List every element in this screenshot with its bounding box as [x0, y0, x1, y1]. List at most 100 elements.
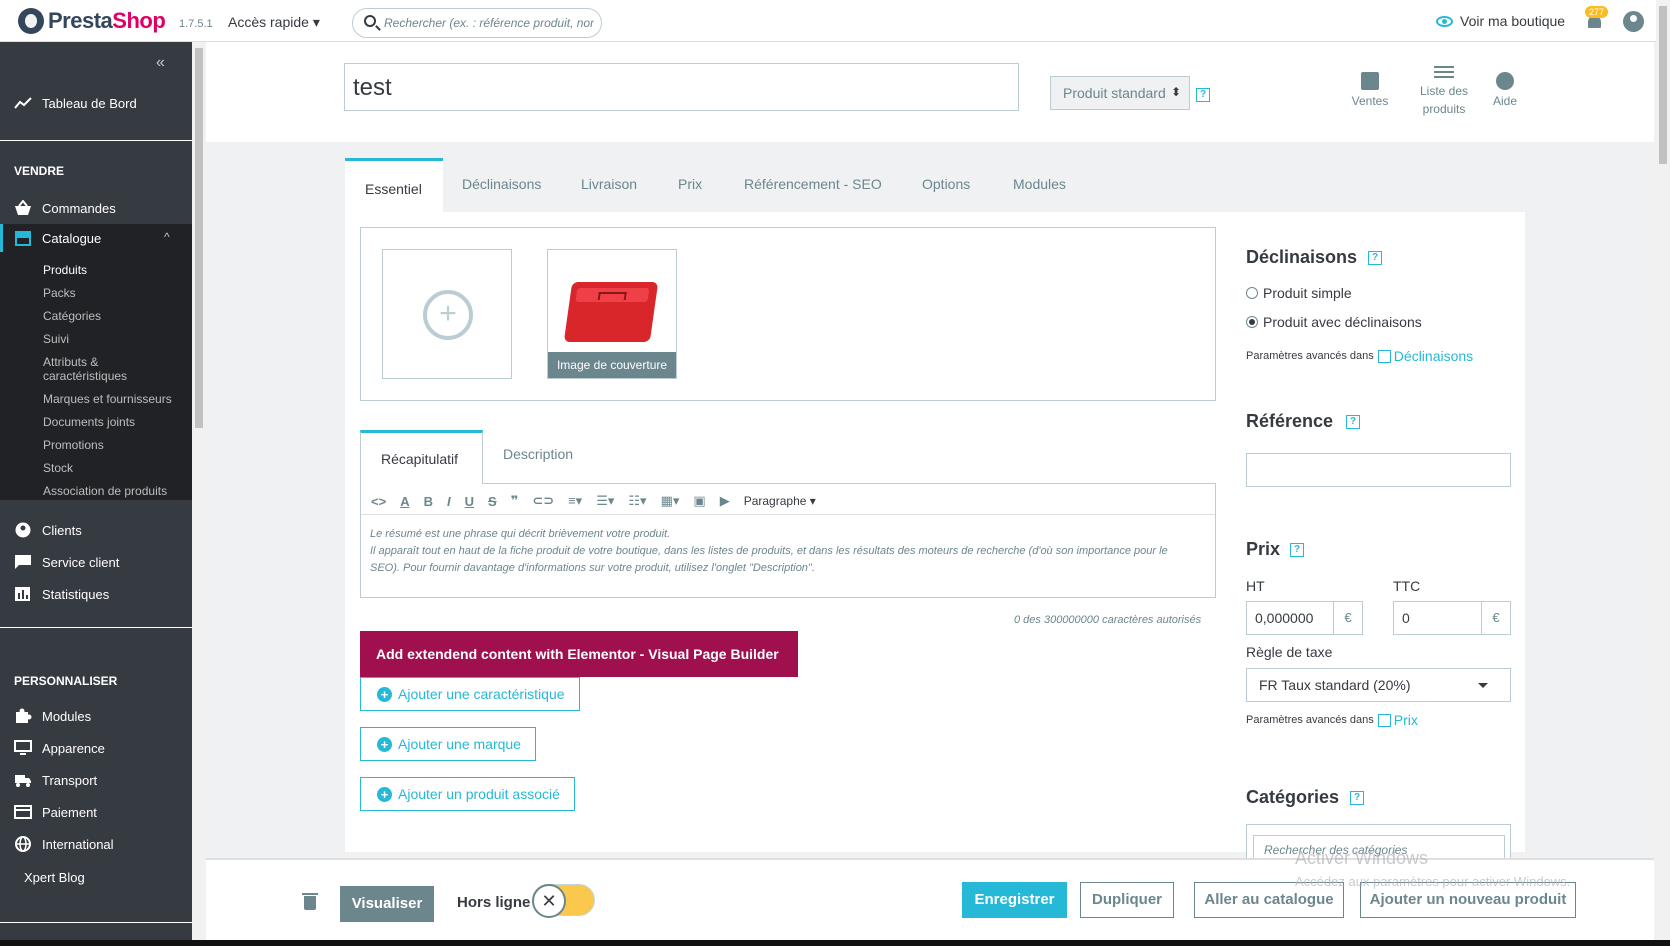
- currency-addon: €: [1333, 601, 1363, 635]
- tab-options[interactable]: Options: [922, 176, 970, 192]
- duplicate-button[interactable]: Dupliquer: [1080, 882, 1174, 918]
- sidebar-item-xpert-blog[interactable]: Xpert Blog: [24, 870, 85, 885]
- media-icon[interactable]: ▶: [720, 493, 730, 509]
- sidebar-item-shipping[interactable]: Transport: [0, 766, 192, 794]
- sales-label: Ventes: [1351, 94, 1389, 108]
- submenu-files[interactable]: Documents joints: [43, 415, 135, 429]
- search-input[interactable]: Rechercher (ex. : référence produit, nom: [352, 8, 602, 38]
- submenu-products[interactable]: Produits: [43, 263, 87, 277]
- question-circle-icon: [1496, 72, 1514, 90]
- submenu-attributes[interactable]: Attributs &: [43, 355, 98, 369]
- add-feature-button[interactable]: + Ajouter une caractéristique: [360, 677, 580, 711]
- table-icon[interactable]: ▦▾: [661, 493, 680, 509]
- summary-editor[interactable]: <> A B I U S ❞ ⊂⊃ ≡▾ ☰▾ ☷▾ ▦▾ ▣ ▶ Paragr…: [360, 483, 1216, 598]
- submenu-tracking[interactable]: Suivi: [43, 332, 69, 346]
- paragraph-format-dropdown[interactable]: Paragraphe ▾: [744, 494, 816, 508]
- quote-icon[interactable]: ❞: [511, 493, 519, 509]
- link-icon[interactable]: ⊂⊃: [532, 493, 554, 509]
- text-color-icon[interactable]: A: [400, 494, 409, 509]
- sidebar-item-orders[interactable]: Commandes: [0, 194, 192, 222]
- add-related-product-button[interactable]: + Ajouter un produit associé: [360, 777, 575, 811]
- help-icon[interactable]: ?: [1368, 251, 1382, 265]
- sidebar-scrollbar[interactable]: [192, 42, 206, 946]
- list-icon: [1434, 66, 1454, 78]
- credit-card-icon: [14, 804, 32, 820]
- preview-button[interactable]: Visualiser: [340, 886, 434, 922]
- page-scrollbar[interactable]: [1656, 0, 1670, 946]
- sidebar-item-appearance[interactable]: Apparence: [0, 734, 192, 762]
- tab-summary[interactable]: Récapitulatif: [360, 430, 483, 484]
- tab-seo[interactable]: Référencement - SEO: [744, 176, 882, 192]
- help-icon[interactable]: ?: [1196, 88, 1210, 102]
- reference-input[interactable]: [1246, 453, 1511, 487]
- code-icon[interactable]: <>: [371, 494, 386, 509]
- help-icon[interactable]: ?: [1290, 543, 1304, 557]
- submenu-attributes-line2[interactable]: caractéristiques: [43, 369, 127, 383]
- radio-icon: [1246, 287, 1258, 299]
- submenu-categories[interactable]: Catégories: [43, 309, 101, 323]
- quick-access-dropdown[interactable]: Accès rapide ▾: [228, 14, 320, 31]
- product-list-button[interactable]: Liste des produits: [1412, 66, 1476, 118]
- strikethrough-icon[interactable]: S: [488, 494, 497, 509]
- prestashop-logo[interactable]: PrestaShop: [18, 8, 166, 34]
- product-type-select[interactable]: Produit standard: [1050, 76, 1190, 110]
- numbered-list-icon[interactable]: ☷▾: [628, 493, 646, 509]
- italic-icon[interactable]: I: [447, 494, 451, 509]
- puffin-logo-icon: [18, 8, 44, 34]
- save-button[interactable]: Enregistrer: [962, 882, 1067, 918]
- submenu-product-association[interactable]: Association de produits: [43, 484, 167, 498]
- sidebar-item-catalog[interactable]: Catalogue ^: [0, 224, 192, 252]
- sidebar-item-customers[interactable]: Clients: [0, 516, 192, 544]
- price-ht-input[interactable]: 0,000000: [1246, 601, 1340, 635]
- sidebar-item-payment[interactable]: Paiement: [0, 798, 192, 826]
- elementor-button[interactable]: Add extendend content with Elementor - V…: [360, 631, 798, 677]
- trash-icon[interactable]: [302, 893, 318, 910]
- simple-product-radio[interactable]: Produit simple: [1246, 285, 1352, 301]
- add-brand-button[interactable]: + Ajouter une marque: [360, 727, 536, 761]
- sidebar-item-dashboard[interactable]: Tableau de Bord: [0, 89, 192, 117]
- sidebar-item-modules[interactable]: Modules: [0, 702, 192, 730]
- sales-button[interactable]: Ventes: [1350, 72, 1390, 110]
- submenu-brands[interactable]: Marques et fournisseurs: [43, 392, 172, 406]
- with-combinations-radio[interactable]: Produit avec déclinaisons: [1246, 314, 1422, 330]
- tab-essential[interactable]: Essentiel: [345, 158, 443, 214]
- sidebar-item-customer-service[interactable]: Service client: [0, 548, 192, 576]
- external-link-icon: [1377, 713, 1391, 727]
- add-image-button[interactable]: +: [382, 249, 512, 379]
- tab-pricing[interactable]: Prix: [678, 176, 702, 192]
- view-shop-link[interactable]: Voir ma boutique: [1436, 13, 1565, 29]
- user-account-icon[interactable]: [1623, 11, 1644, 32]
- trend-icon: [14, 95, 32, 111]
- collapse-sidebar-icon[interactable]: «: [156, 54, 165, 72]
- tab-combinations[interactable]: Déclinaisons: [462, 176, 541, 192]
- price-link[interactable]: Prix: [1377, 712, 1418, 728]
- store-icon: [14, 230, 32, 246]
- submenu-packs[interactable]: Packs: [43, 286, 76, 300]
- bold-icon[interactable]: B: [424, 494, 433, 509]
- tax-rule-select[interactable]: FR Taux standard (20%): [1246, 668, 1511, 702]
- price-ttc-label: TTC: [1393, 578, 1421, 594]
- product-name-input[interactable]: test: [344, 63, 1019, 111]
- submenu-stock[interactable]: Stock: [43, 461, 73, 475]
- image-icon[interactable]: ▣: [693, 493, 705, 509]
- cover-image[interactable]: Image de couverture: [547, 249, 677, 379]
- combinations-link[interactable]: Déclinaisons: [1377, 348, 1473, 364]
- tab-modules[interactable]: Modules: [1013, 176, 1066, 192]
- notifications-badge: 277: [1585, 6, 1609, 18]
- price-ttc-input[interactable]: 0: [1393, 601, 1487, 635]
- tab-shipping[interactable]: Livraison: [581, 176, 637, 192]
- currency-addon: €: [1481, 601, 1511, 635]
- help-icon[interactable]: ?: [1350, 791, 1364, 805]
- submenu-discounts[interactable]: Promotions: [43, 438, 104, 452]
- align-icon[interactable]: ≡▾: [568, 493, 582, 509]
- help-icon[interactable]: ?: [1346, 415, 1360, 429]
- sidebar-item-international[interactable]: International: [0, 830, 192, 858]
- windows-watermark-title: Activer Windows: [1295, 848, 1429, 868]
- sidebar-item-stats[interactable]: Statistiques: [0, 580, 192, 608]
- help-button[interactable]: Aide: [1488, 72, 1522, 110]
- tab-description[interactable]: Description: [503, 446, 573, 462]
- bullet-list-icon[interactable]: ☰▾: [596, 493, 614, 509]
- sidebar-item-label: Statistiques: [42, 586, 110, 602]
- close-icon[interactable]: ✕: [532, 884, 566, 918]
- underline-icon[interactable]: U: [465, 494, 474, 509]
